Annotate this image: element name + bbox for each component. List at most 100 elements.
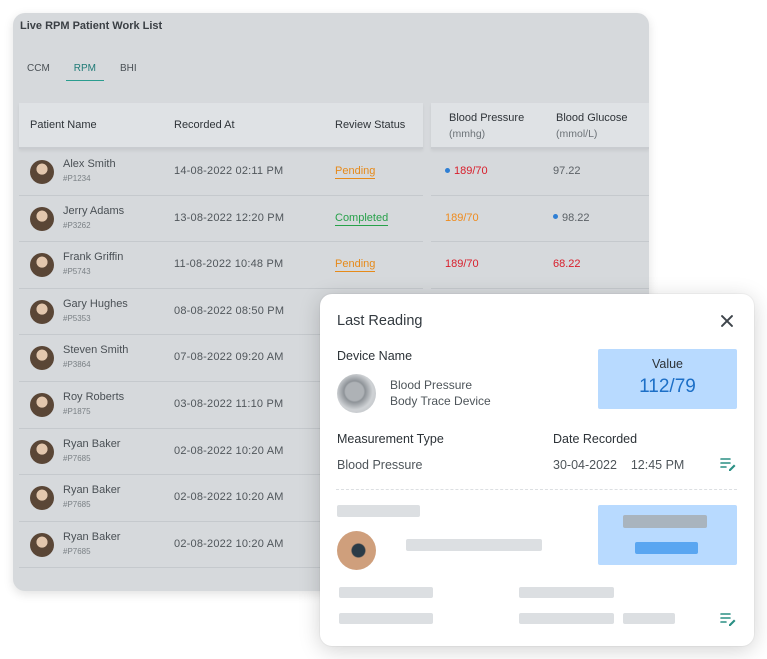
- patient-name: Roy Roberts: [63, 390, 125, 403]
- tab-rpm[interactable]: RPM: [65, 63, 105, 81]
- avatar: [30, 532, 54, 557]
- avatar: [30, 299, 54, 324]
- patient-name: Ryan Baker: [63, 530, 121, 543]
- date-recorded-label: Date Recorded: [553, 432, 638, 446]
- tab-bhi[interactable]: BHI: [120, 63, 137, 79]
- col-blood-pressure-unit: (mmhg): [449, 128, 486, 140]
- skeleton-field-value: [519, 613, 614, 624]
- blood-glucose-value: 98.22: [553, 212, 590, 224]
- patient-id: #P1875: [63, 406, 91, 416]
- skeleton-field-label: [519, 587, 614, 598]
- device-name: Blood Pressure Body Trace Device: [390, 378, 491, 409]
- col-recorded-at[interactable]: Recorded At: [174, 119, 235, 131]
- patient-id: #P5743: [63, 267, 91, 277]
- smartwatch-icon: [337, 531, 376, 570]
- avatar: [30, 439, 54, 464]
- dialog-title: Last Reading: [337, 313, 423, 329]
- avatar: [30, 206, 54, 231]
- vitals-row[interactable]: 189/70 98.22: [431, 196, 649, 243]
- recorded-at: 07-08-2022 09:20 AM: [174, 351, 284, 364]
- date-recorded: 30-04-2022 12:45 PM: [553, 458, 685, 472]
- avatar: [30, 253, 54, 278]
- avatar: [30, 160, 54, 184]
- patient-id: #P3864: [63, 360, 91, 370]
- device-name-line1: Blood Pressure: [390, 378, 473, 392]
- stage: Live RPM Patient Work List CCM RPM BHI P…: [0, 0, 767, 659]
- skeleton-field-label: [339, 587, 433, 598]
- blood-glucose-value: 68.22: [553, 258, 581, 271]
- vitals-row[interactable]: 189/70 68.22: [431, 242, 649, 289]
- patient-id: #P5353: [63, 313, 91, 323]
- patient-id: #P1234: [63, 174, 91, 183]
- recorded-at: 02-08-2022 10:20 AM: [174, 537, 284, 550]
- blood-pressure-text: 189/70: [454, 165, 488, 177]
- close-icon[interactable]: [718, 312, 736, 330]
- recorded-at: 11-08-2022 10:48 PM: [174, 258, 284, 271]
- col-blood-glucose-label: Blood Glucose: [556, 112, 628, 124]
- status-badge[interactable]: Pending: [335, 165, 376, 179]
- skeleton-device-name: [406, 539, 542, 551]
- patient-name: Ryan Baker: [63, 437, 121, 450]
- blood-pressure-value: 189/70: [445, 165, 488, 177]
- value-label: Value: [651, 357, 684, 371]
- recorded-at: 02-08-2022 10:20 AM: [174, 444, 284, 457]
- work-list-title: Live RPM Patient Work List: [20, 20, 163, 32]
- patient-name: Jerry Adams: [63, 204, 125, 217]
- col-blood-glucose[interactable]: Blood Glucose (mmol/L): [556, 110, 628, 142]
- patient-id: #P7685: [63, 500, 91, 510]
- avatar: [30, 392, 54, 417]
- table-row[interactable]: Frank Griffin #P5743 11-08-2022 10:48 PM…: [19, 242, 423, 289]
- vitals-header: Blood Pressure (mmhg) Blood Glucose (mmo…: [431, 103, 649, 149]
- patient-name: Ryan Baker: [63, 484, 121, 497]
- measurement-type: Blood Pressure: [337, 458, 423, 472]
- device-name-label: Device Name: [337, 349, 413, 363]
- avatar: [30, 346, 54, 371]
- skeleton-value: [635, 542, 698, 554]
- patient-name: Frank Griffin: [63, 251, 124, 264]
- measurement-type-label: Measurement Type: [337, 432, 444, 446]
- col-blood-pressure[interactable]: Blood Pressure (mmhg): [449, 110, 524, 142]
- recorded-at: 08-08-2022 08:50 PM: [174, 304, 285, 317]
- reading-value: 112/79: [639, 376, 696, 397]
- skeleton-value-label: [623, 515, 707, 528]
- edit-icon[interactable]: [720, 457, 736, 471]
- table-row[interactable]: Jerry Adams #P3262 13-08-2022 12:20 PM C…: [19, 196, 423, 243]
- blood-pressure-value: 189/70: [445, 258, 479, 271]
- program-tabs: CCM RPM BHI: [27, 63, 137, 81]
- blood-glucose-text: 98.22: [562, 211, 590, 224]
- vitals-row[interactable]: 189/70 97.22: [431, 149, 649, 196]
- device-name-line2: Body Trace Device: [390, 393, 491, 408]
- patient-id: #P3262: [63, 220, 91, 230]
- avatar: [30, 486, 54, 511]
- patient-name: Gary Hughes: [63, 297, 128, 310]
- patient-name: Alex Smith: [63, 158, 116, 170]
- last-reading-dialog: Last Reading Device Name Blood Pressure …: [320, 294, 754, 646]
- status-badge[interactable]: Completed: [335, 212, 389, 226]
- table-row[interactable]: Alex Smith #P1234 14-08-2022 02:11 PM Pe…: [19, 149, 423, 196]
- patient-id: #P7685: [63, 453, 91, 463]
- blood-glucose-value: 97.22: [553, 165, 581, 177]
- status-badge[interactable]: Pending: [335, 258, 376, 273]
- recorded-at: 03-08-2022 11:10 PM: [174, 397, 284, 410]
- patient-id: #P7685: [63, 546, 91, 556]
- skeleton-field-value: [623, 613, 675, 624]
- col-blood-pressure-label: Blood Pressure: [449, 112, 525, 124]
- recorded-at: 02-08-2022 10:20 AM: [174, 491, 284, 504]
- patient-name: Steven Smith: [63, 344, 129, 357]
- tab-ccm[interactable]: CCM: [27, 63, 50, 79]
- reading-dot-icon: [553, 214, 558, 220]
- value-box: Value 112/79: [598, 349, 737, 409]
- blood-pressure-value: 189/70: [445, 211, 479, 224]
- reading-dot-icon: [445, 167, 450, 173]
- blood-pressure-device-icon: [337, 374, 376, 413]
- skeleton-value-box: [598, 505, 737, 565]
- table-header: Patient Name Recorded At Review Status: [19, 103, 423, 149]
- skeleton-label: [337, 505, 420, 517]
- recorded-at: 13-08-2022 12:20 PM: [174, 211, 285, 224]
- recorded-at: 14-08-2022 02:11 PM: [174, 165, 284, 177]
- col-blood-glucose-unit: (mmol/L): [556, 128, 598, 140]
- divider: [336, 489, 737, 490]
- col-review-status[interactable]: Review Status: [335, 119, 405, 131]
- edit-icon[interactable]: [720, 612, 736, 626]
- col-patient-name[interactable]: Patient Name: [30, 119, 97, 131]
